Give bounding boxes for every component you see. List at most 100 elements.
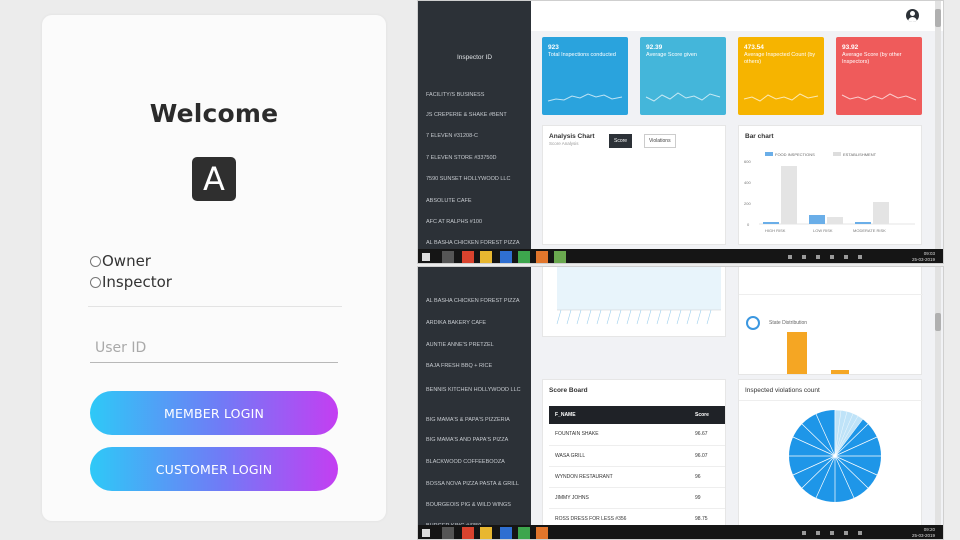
bar[interactable] — [827, 217, 843, 224]
app-icon[interactable] — [554, 251, 566, 263]
legend-label-establishment: ESTABLISHMENT — [843, 152, 877, 157]
sparkline — [743, 93, 819, 102]
table-row[interactable]: JIMMY JOHNS 99 — [549, 487, 725, 509]
task-view-icon[interactable] — [442, 527, 454, 539]
sidebar-item[interactable]: BOURGEOIS PIG & WILD WINGS — [426, 502, 511, 508]
tray-icon[interactable] — [830, 531, 834, 535]
stat-card-other-score[interactable]: 93.92 Average Score (by other Inspectors… — [836, 37, 922, 115]
panel-title: Analysis Chart — [549, 133, 595, 140]
sidebar-item[interactable]: ARDIKA BAKERY CAFE — [426, 320, 486, 326]
tray-icon[interactable] — [858, 255, 862, 259]
login-card: Welcome A Owner Inspector MEMBER LOGIN C… — [42, 15, 386, 521]
x-tick: HIGH RISK — [765, 228, 786, 233]
stat-card-average-score[interactable]: 92.39 Average Score given — [640, 37, 726, 115]
user-account-icon[interactable] — [906, 9, 919, 22]
cell-score: 96 — [695, 466, 725, 488]
start-icon[interactable] — [422, 253, 430, 261]
sidebar-item[interactable]: 7 ELEVEN STORE #33750D — [426, 155, 497, 161]
start-icon[interactable] — [422, 529, 430, 537]
taskbar-clock[interactable]: 09:03 25-03-2019 — [912, 251, 935, 263]
store-icon[interactable] — [500, 527, 512, 539]
scrollbar[interactable] — [935, 267, 941, 525]
sidebar-item[interactable]: BIG MAMA'S AND PAPA'S PIZZA — [426, 437, 508, 443]
violations-pie-chart — [789, 409, 881, 502]
sidebar-item[interactable]: AFC AT RALPHS #100 — [426, 219, 482, 225]
bar[interactable] — [873, 202, 889, 224]
tray-icon[interactable] — [802, 255, 806, 259]
sidebar-item[interactable]: 7590 SUNSET HOLLYWOOD LLC — [426, 176, 510, 182]
sidebar-title: Inspector ID — [456, 54, 493, 61]
tray-icon[interactable] — [844, 255, 848, 259]
sidebar-item[interactable]: AUNTIE ANNE'S PRETZEL — [426, 342, 494, 348]
excel-icon[interactable] — [518, 527, 530, 539]
store-icon[interactable] — [500, 251, 512, 263]
sidebar-item[interactable]: BOSSA NOVA PIZZA PASTA & GRILL — [426, 481, 519, 487]
stat-card-inspections[interactable]: 923 Total Inspections conducted — [542, 37, 628, 115]
sparkline — [547, 93, 623, 102]
cell-name: FOUNTAIN SHAKE — [549, 424, 695, 446]
excel-icon[interactable] — [518, 251, 530, 263]
tab-score[interactable]: Score — [609, 134, 633, 148]
x-tick: LOW RISK — [813, 228, 833, 233]
analysis-chart-panel — [542, 267, 726, 337]
app-icon[interactable] — [536, 251, 548, 263]
member-login-button[interactable]: MEMBER LOGIN — [90, 391, 338, 435]
taskbar-clock[interactable]: 09:20 25-03-2019 — [912, 527, 935, 539]
state-bar[interactable] — [831, 370, 849, 374]
chrome-icon[interactable] — [462, 251, 474, 263]
table-header-row: F_NAME Score — [549, 406, 725, 424]
tray-icon[interactable] — [816, 255, 820, 259]
inspector-radio-icon[interactable] — [90, 276, 101, 288]
inspector-radio-option[interactable]: Inspector — [90, 273, 172, 291]
tray-icon[interactable] — [858, 531, 862, 535]
table-row[interactable]: WYNDON RESTAURANT 96 — [549, 466, 725, 488]
bar-chart-panel: Bar chart FOOD INSPECTIONS ESTABLISHMENT… — [738, 125, 922, 245]
file-explorer-icon[interactable] — [480, 251, 492, 263]
sidebar-item[interactable]: BIG MAMA'S & PAPA'S PIZZERIA — [426, 417, 510, 423]
sidebar-item[interactable]: JS CREPERIE & SHAKE #BENT — [426, 112, 507, 118]
app-icon[interactable] — [536, 527, 548, 539]
sidebar-item[interactable]: AL BASHA CHICKEN FOREST PIZZA — [426, 240, 520, 246]
stat-label: Average Score (by other Inspectors) — [842, 52, 902, 65]
tray-icon[interactable] — [802, 531, 806, 535]
column-header-score[interactable]: Score — [695, 406, 725, 424]
column-header-name[interactable]: F_NAME — [549, 406, 695, 424]
customer-login-button[interactable]: CUSTOMER LOGIN — [90, 447, 338, 491]
state-bar[interactable] — [787, 332, 807, 374]
stat-label: Average Score given — [646, 52, 697, 58]
stat-card-inspected-count[interactable]: 473.54 Average Inspected Count (by other… — [738, 37, 824, 115]
sidebar-item[interactable]: AL BASHA CHICKEN FOREST PIZZA — [426, 298, 520, 304]
sidebar-item[interactable]: BAJA FRESH BBQ + RICE — [426, 363, 492, 369]
state-toggle-icon[interactable] — [746, 316, 760, 330]
table-row[interactable]: WASA GRILL 96.07 — [549, 445, 725, 467]
tray-icon[interactable] — [844, 531, 848, 535]
panel-subtitle: Score Analysis — [549, 141, 579, 146]
user-id-input[interactable] — [90, 333, 338, 363]
tray-icon[interactable] — [830, 255, 834, 259]
tab-violations[interactable]: Violations — [644, 134, 676, 148]
bar[interactable] — [763, 222, 779, 224]
sidebar-item[interactable]: BLACKWOOD COFFEEBOOZA — [426, 459, 505, 465]
scrollbar-thumb[interactable] — [935, 9, 941, 27]
chrome-icon[interactable] — [462, 527, 474, 539]
dashboard-screenshot-top: Inspector ID FACILITY/S BUSINESS JS CREP… — [417, 0, 944, 264]
sidebar-item[interactable]: FACILITY/S BUSINESS — [426, 92, 484, 98]
scrollbar-thumb[interactable] — [935, 313, 941, 331]
sidebar-item[interactable]: ABSOLUTE CAFE — [426, 198, 472, 204]
bar[interactable] — [809, 215, 825, 224]
welcome-heading: Welcome — [149, 99, 279, 128]
tray-icon[interactable] — [816, 531, 820, 535]
scrollbar[interactable] — [935, 1, 941, 249]
sidebar-item[interactable]: BENNIS KITCHEN HOLLYWOOD LLC — [426, 384, 522, 396]
state-distribution-panel: State Distribution — [738, 267, 923, 375]
bar[interactable] — [781, 166, 797, 224]
owner-radio-icon[interactable] — [90, 255, 101, 267]
file-explorer-icon[interactable] — [480, 527, 492, 539]
sidebar-item[interactable]: 7 ELEVEN #31208-C — [426, 133, 478, 139]
form-divider — [88, 306, 342, 307]
task-view-icon[interactable] — [442, 251, 454, 263]
tray-icon[interactable] — [788, 255, 792, 259]
owner-radio-option[interactable]: Owner — [90, 252, 151, 270]
table-row[interactable]: FOUNTAIN SHAKE 96.67 — [549, 424, 725, 446]
bar[interactable] — [855, 222, 871, 224]
